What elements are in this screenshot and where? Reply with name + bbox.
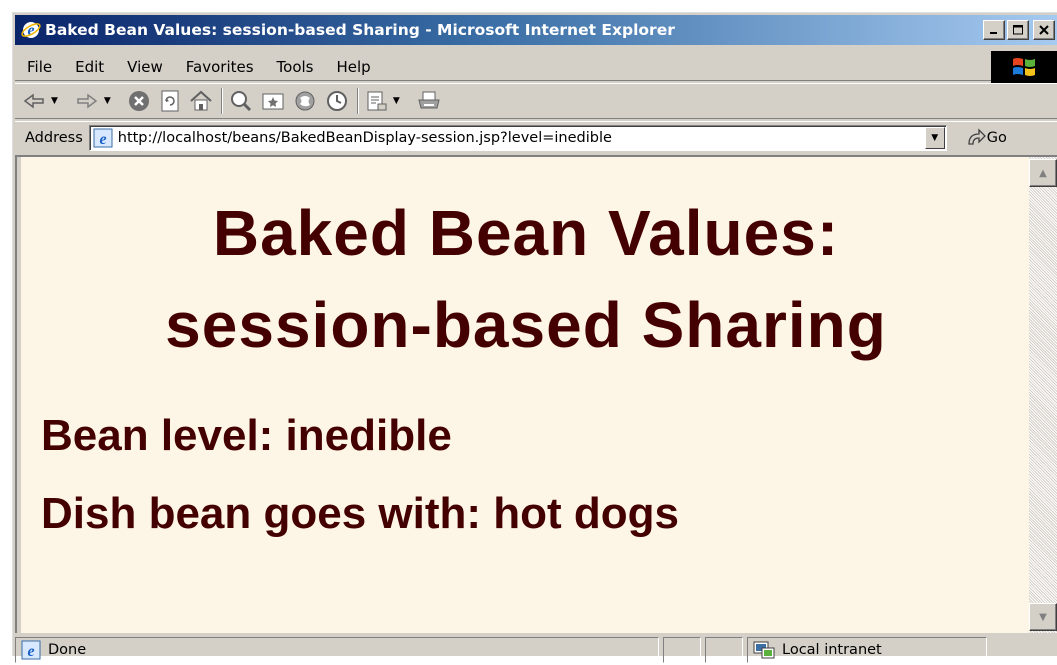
mail-icon bbox=[367, 91, 387, 111]
ie-logo-icon: e bbox=[21, 20, 41, 40]
stop-button[interactable] bbox=[127, 89, 151, 113]
menu-edit[interactable]: Edit bbox=[63, 58, 115, 76]
page-heading-line2: session-based Sharing bbox=[165, 289, 887, 361]
address-input[interactable] bbox=[117, 126, 918, 149]
address-bar: Address e ▼ Go bbox=[15, 121, 1057, 153]
forward-icon bbox=[77, 93, 98, 109]
status-pane bbox=[663, 637, 701, 663]
scroll-down-button[interactable]: ▼ bbox=[1029, 603, 1057, 631]
vertical-scrollbar[interactable]: ▲ ▼ bbox=[1029, 157, 1057, 633]
back-dropdown-icon[interactable]: ▼ bbox=[51, 96, 58, 106]
status-pane-main: e Done bbox=[15, 637, 659, 663]
menu-bar: File Edit View Favorites Tools Help bbox=[15, 51, 1057, 83]
close-button[interactable] bbox=[1033, 20, 1055, 40]
favorites-button[interactable] bbox=[261, 89, 285, 113]
back-button[interactable]: ▼ bbox=[21, 90, 66, 112]
minimize-button[interactable] bbox=[983, 20, 1005, 40]
svg-text:e: e bbox=[99, 131, 106, 148]
local-intranet-icon bbox=[753, 641, 775, 659]
search-button[interactable] bbox=[229, 89, 253, 113]
go-arrow-icon bbox=[968, 127, 986, 145]
history-icon bbox=[326, 91, 347, 111]
home-icon bbox=[190, 90, 212, 111]
svg-text:e: e bbox=[27, 643, 34, 660]
search-icon bbox=[230, 91, 251, 112]
status-zone-pane: Local intranet bbox=[747, 637, 987, 663]
go-button[interactable]: Go bbox=[965, 127, 1007, 148]
media-icon bbox=[295, 91, 315, 111]
page-icon: e bbox=[93, 128, 113, 148]
page-heading: Baked Bean Values: session-based Sharing bbox=[21, 187, 1031, 371]
mail-button[interactable]: ▼ bbox=[365, 89, 408, 113]
window-controls bbox=[981, 20, 1055, 40]
forward-dropdown-icon[interactable]: ▼ bbox=[104, 96, 111, 106]
page-content: Baked Bean Values: session-based Sharing… bbox=[21, 157, 1031, 633]
address-box[interactable]: e ▼ bbox=[88, 124, 947, 151]
stop-icon bbox=[128, 91, 149, 111]
standard-toolbar: ▼ ▼ ▼ bbox=[15, 83, 1057, 119]
home-button[interactable] bbox=[189, 89, 213, 113]
print-button[interactable] bbox=[416, 89, 442, 113]
favorites-icon bbox=[262, 93, 284, 110]
scroll-up-button[interactable]: ▲ bbox=[1029, 159, 1057, 187]
go-label: Go bbox=[986, 129, 1007, 146]
menu-tools[interactable]: Tools bbox=[265, 58, 325, 76]
status-pane bbox=[705, 637, 743, 663]
mail-dropdown-icon[interactable]: ▼ bbox=[393, 96, 400, 106]
address-dropdown-button[interactable]: ▼ bbox=[924, 126, 945, 149]
toolbar-separator bbox=[220, 88, 223, 114]
forward-button[interactable]: ▼ bbox=[74, 90, 119, 112]
content-frame: Baked Bean Values: session-based Sharing… bbox=[15, 155, 1057, 633]
print-icon bbox=[418, 91, 440, 109]
menu-view[interactable]: View bbox=[115, 58, 174, 76]
browser-window: e Baked Bean Values: session-based Shari… bbox=[12, 12, 1057, 663]
toolbar-separator bbox=[356, 88, 359, 114]
menu-favorites[interactable]: Favorites bbox=[174, 58, 265, 76]
dish-text: Dish bean goes with: hot dogs bbox=[41, 489, 679, 538]
history-button[interactable] bbox=[325, 89, 349, 113]
title-bar[interactable]: e Baked Bean Values: session-based Shari… bbox=[15, 15, 1057, 45]
page-heading-line1: Baked Bean Values: bbox=[212, 197, 840, 269]
back-icon bbox=[23, 93, 44, 109]
status-bar: e Done Local intranet bbox=[15, 635, 1057, 665]
refresh-icon bbox=[161, 90, 179, 112]
media-button[interactable] bbox=[293, 89, 317, 113]
menu-help[interactable]: Help bbox=[325, 58, 382, 76]
windows-logo-icon bbox=[991, 51, 1057, 83]
window-title: Baked Bean Values: session-based Sharing… bbox=[45, 21, 675, 39]
bean-level-text: Bean level: inedible bbox=[41, 411, 452, 460]
page-done-icon: e bbox=[21, 640, 41, 660]
maximize-button[interactable] bbox=[1007, 20, 1029, 40]
address-label: Address bbox=[25, 129, 83, 146]
menu-file[interactable]: File bbox=[15, 58, 63, 76]
refresh-button[interactable] bbox=[159, 89, 181, 113]
